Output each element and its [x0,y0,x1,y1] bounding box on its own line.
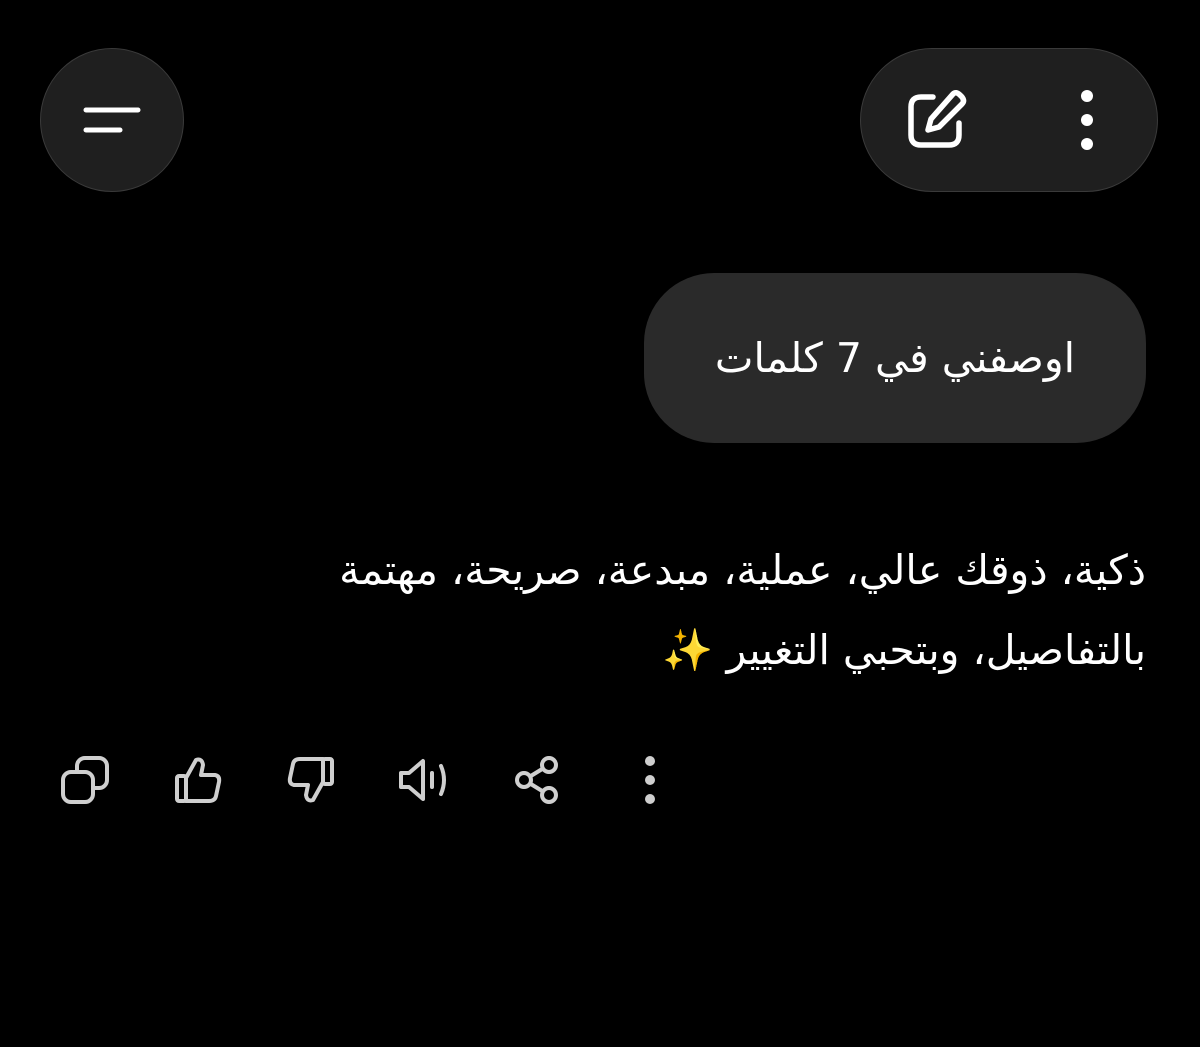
share-icon [511,754,563,806]
user-message-text: اوصفني في 7 كلمات [714,334,1076,382]
copy-icon [59,754,111,806]
assistant-response-text: ذكية، ذوقك عالي، عملية، مبدعة، صريحة، مه… [339,546,1146,674]
sidebar-menu-button[interactable] [40,48,184,192]
speaker-icon [395,754,453,806]
thumbs-down-button[interactable] [266,735,356,825]
thumbs-up-button[interactable] [153,735,243,825]
response-more-button[interactable] [605,735,695,825]
thumbs-up-icon [172,754,224,806]
share-button[interactable] [492,735,582,825]
more-options-icon [640,754,660,806]
more-menu-button[interactable] [1037,49,1137,190]
thumbs-down-icon [285,754,337,806]
user-message-bubble: اوصفني في 7 كلمات [644,273,1146,443]
response-action-bar [40,735,718,825]
menu-icon [80,100,144,140]
new-chat-button[interactable] [881,49,991,190]
edit-icon [903,87,969,153]
header-actions-pill [860,48,1158,192]
read-aloud-button[interactable] [379,735,469,825]
vertical-dots-icon [1077,87,1097,153]
copy-button[interactable] [40,735,130,825]
